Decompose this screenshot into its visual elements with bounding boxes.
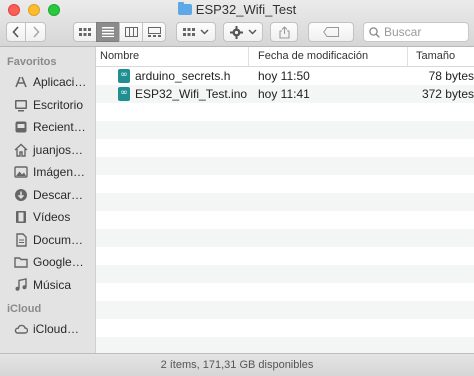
empty-row (96, 157, 474, 175)
sidebar-item-desktop[interactable]: Escritorio (0, 94, 95, 117)
pictures-icon (14, 166, 28, 178)
sidebar-item-label: Docum… (33, 232, 84, 247)
grid-icon (183, 27, 195, 36)
sidebar-item-label: Música (33, 277, 72, 292)
applications-icon (15, 76, 27, 88)
sidebar-item-pictures[interactable]: Imágen… (0, 161, 95, 184)
movies-icon (16, 211, 26, 224)
file-row[interactable]: ESP32_Wifi_Test.ino hoy 11:41 372 bytes (96, 85, 474, 103)
home-icon (14, 143, 28, 157)
sidebar-item-downloads[interactable]: Descar… (0, 184, 95, 207)
empty-row (96, 265, 474, 283)
file-size: 78 bytes (428, 69, 474, 83)
list-view-button[interactable] (96, 22, 120, 42)
window-title-label: ESP32_Wifi_Test (195, 2, 297, 17)
arduino-file-icon (118, 69, 130, 83)
sidebar-item-movies[interactable]: Vídeos (0, 206, 95, 229)
downloads-icon (15, 188, 27, 201)
sidebar-item-google[interactable]: Google… (0, 251, 95, 274)
sidebar-item-recents[interactable]: Recient… (0, 116, 95, 139)
sidebar-item-icloud[interactable]: iCloud… (0, 318, 95, 341)
file-size: 372 bytes (421, 87, 474, 101)
list-icon (102, 27, 114, 37)
chevron-right-icon (32, 26, 40, 38)
sidebar-item-label: iCloud… (33, 322, 80, 337)
empty-row (96, 193, 474, 211)
sidebar-item-documents[interactable]: Docum… (0, 229, 95, 252)
sidebar-heading-icloud: iCloud (7, 303, 42, 315)
icon-view-button[interactable] (73, 22, 97, 42)
arduino-file-icon (118, 87, 130, 101)
grid-icon (79, 27, 91, 36)
sidebar-item-label: Escritorio (33, 97, 84, 112)
file-row[interactable]: arduino_secrets.h hoy 11:50 78 bytes (96, 67, 474, 85)
empty-row (96, 121, 474, 139)
status-bar: 2 ítems, 171,31 GB disponibles (0, 353, 474, 376)
sidebar: Favoritos Aplicaci… Escritorio Recient… … (0, 47, 96, 353)
tag-icon (323, 27, 339, 37)
status-text: 2 ítems, 171,31 GB disponibles (160, 359, 314, 371)
columns-icon (124, 27, 138, 37)
file-date: hoy 11:41 (258, 87, 310, 101)
search-input[interactable] (380, 25, 464, 39)
toolbar: ESP32_Wifi_Test (0, 0, 474, 47)
music-icon (15, 277, 27, 291)
column-header-date[interactable]: Fecha de modificación (249, 47, 408, 66)
file-date: hoy 11:50 (258, 69, 310, 83)
empty-row (96, 103, 474, 121)
column-header-row: Nombre Fecha de modificación Tamaño (96, 47, 474, 67)
file-list: Nombre Fecha de modificación Tamaño ardu… (96, 47, 474, 353)
forward-button[interactable] (25, 22, 46, 42)
share-icon (278, 25, 290, 39)
empty-row (96, 337, 474, 353)
view-mode-group (73, 22, 166, 42)
empty-row (96, 319, 474, 337)
sidebar-item-applications[interactable]: Aplicaci… (0, 71, 95, 94)
documents-icon (16, 233, 27, 247)
sidebar-item-label: Aplicaci… (33, 75, 87, 90)
empty-row (96, 139, 474, 157)
gallery-view-button[interactable] (142, 22, 166, 42)
gear-icon (229, 25, 243, 39)
search-icon (369, 26, 380, 38)
gallery-icon (147, 27, 161, 37)
recents-icon (15, 121, 27, 133)
empty-row (96, 301, 474, 319)
action-button[interactable] (223, 22, 263, 42)
chevron-left-icon (12, 26, 19, 38)
search-field[interactable] (363, 22, 469, 42)
file-name-cell: ESP32_Wifi_Test.ino (96, 87, 249, 101)
sidebar-item-label: Vídeos (33, 210, 71, 225)
desktop-icon (15, 99, 27, 112)
file-name: arduino_secrets.h (135, 69, 231, 83)
column-header-size[interactable]: Tamaño (408, 47, 474, 66)
share-button[interactable] (270, 22, 298, 42)
empty-row (96, 247, 474, 265)
empty-row (96, 229, 474, 247)
window-title: ESP32_Wifi_Test (0, 2, 474, 17)
column-view-button[interactable] (119, 22, 143, 42)
sidebar-item-home[interactable]: juanjos… (0, 139, 95, 162)
column-header-name[interactable]: Nombre (96, 47, 249, 66)
sidebar-heading-favorites: Favoritos (7, 56, 57, 68)
sidebar-item-music[interactable]: Música (0, 274, 95, 297)
sidebar-item-label: Recient… (33, 120, 86, 135)
sidebar-item-label: Descar… (33, 187, 84, 202)
icloud-icon (14, 324, 28, 334)
empty-row (96, 211, 474, 229)
sidebar-item-label: Google… (33, 255, 84, 270)
chevron-down-icon (248, 29, 256, 35)
folder-icon (14, 257, 28, 268)
tag-button[interactable] (308, 22, 354, 42)
empty-row (96, 283, 474, 301)
sidebar-item-label: juanjos… (33, 142, 84, 157)
back-button[interactable] (6, 22, 26, 42)
folder-icon (177, 2, 192, 15)
chevron-down-icon (200, 29, 209, 35)
file-name-cell: arduino_secrets.h (96, 69, 249, 83)
group-by-button[interactable] (176, 22, 216, 42)
sidebar-item-label: Imágen… (33, 165, 86, 180)
empty-row (96, 175, 474, 193)
file-name: ESP32_Wifi_Test.ino (135, 87, 248, 101)
